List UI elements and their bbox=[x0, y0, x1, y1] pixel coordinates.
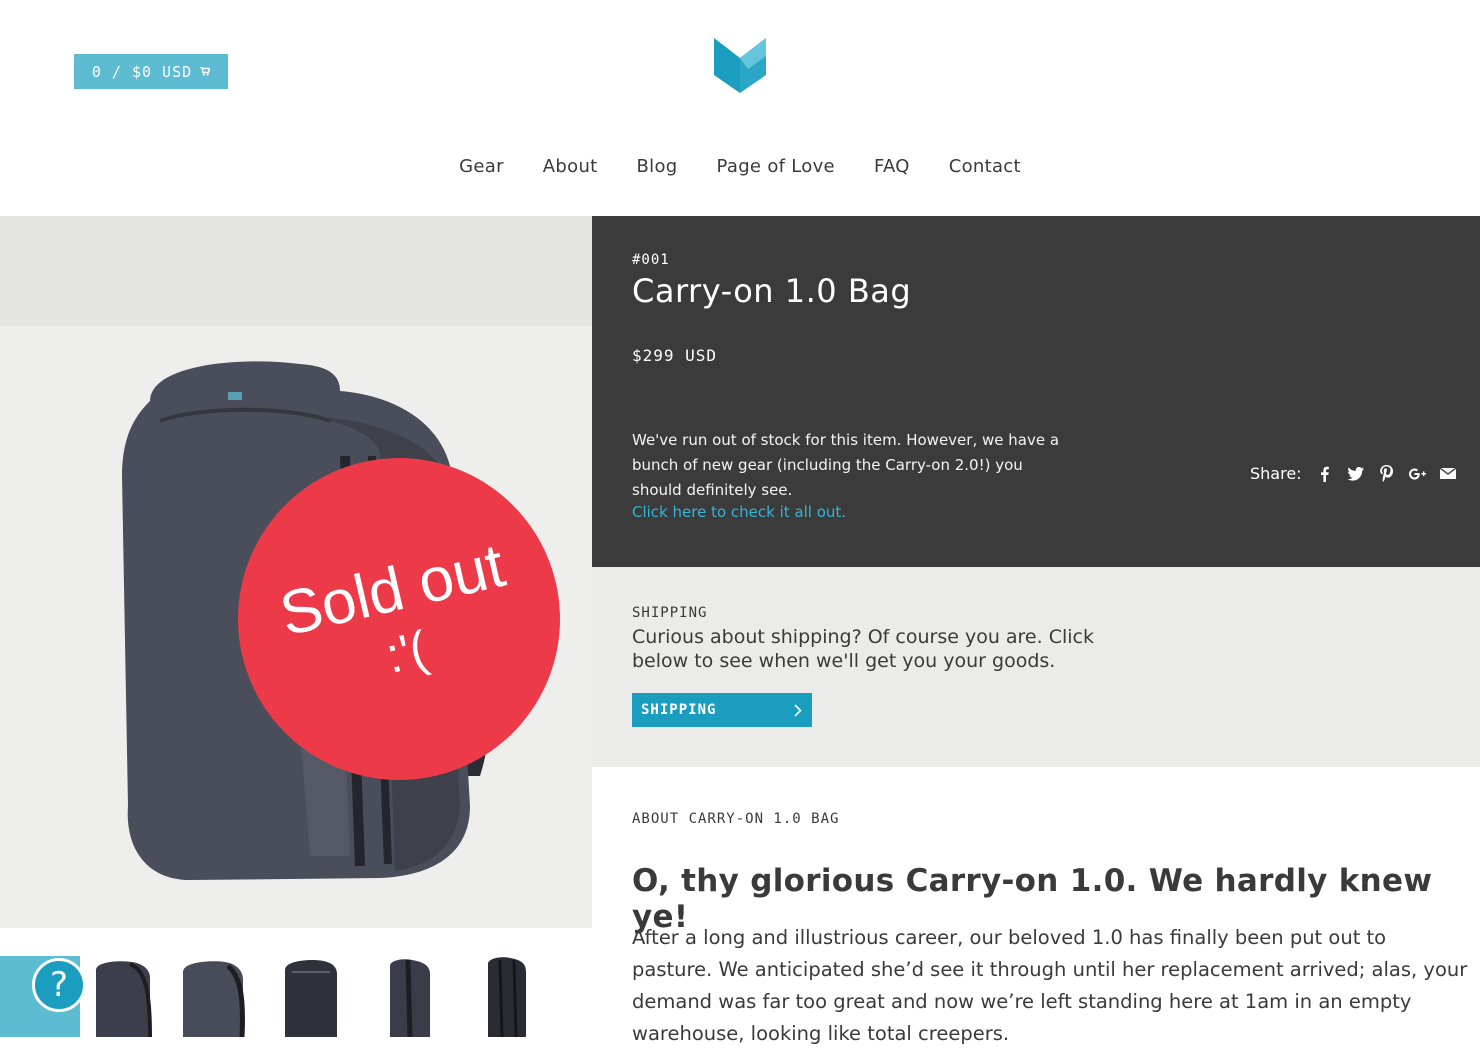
product-info-panel: #001 Carry-on 1.0 Bag $299 USD We've run… bbox=[592, 216, 1480, 567]
logo[interactable] bbox=[712, 36, 768, 94]
shipping-heading: SHIPPING bbox=[632, 605, 708, 621]
nav-item-gear[interactable]: Gear bbox=[459, 156, 504, 177]
about-body: After a long and illustrious career, our… bbox=[632, 926, 1468, 1045]
google-plus-icon[interactable] bbox=[1408, 465, 1426, 482]
shipping-button[interactable]: SHIPPING bbox=[632, 693, 812, 727]
shipping-button-label: SHIPPING bbox=[641, 702, 717, 718]
cart-icon bbox=[200, 67, 211, 76]
question-icon: ? bbox=[49, 965, 69, 1005]
thumbnail-strip bbox=[0, 928, 592, 1037]
shipping-panel: SHIPPING Curious about shipping? Of cour… bbox=[592, 567, 1480, 767]
help-button[interactable]: ? bbox=[32, 958, 86, 1012]
nav-item-about[interactable]: About bbox=[543, 156, 598, 177]
sad-face-text: :'( bbox=[380, 620, 433, 684]
email-icon[interactable] bbox=[1440, 465, 1457, 482]
thumbnail-3[interactable] bbox=[180, 956, 246, 1037]
nav-item-blog[interactable]: Blog bbox=[637, 156, 678, 177]
cart-label: 0 / $0 USD bbox=[91, 62, 193, 81]
thumbnail-6[interactable] bbox=[484, 956, 530, 1037]
shipping-text: Curious about shipping? Of course you ar… bbox=[632, 626, 1094, 672]
product-title: Carry-on 1.0 Bag bbox=[632, 272, 912, 310]
nav-item-page-of-love[interactable]: Page of Love bbox=[717, 156, 835, 177]
cart-button[interactable]: 0 / $0 USD bbox=[74, 54, 228, 89]
share-label: Share: bbox=[1250, 464, 1302, 483]
thumbnail-2[interactable] bbox=[92, 956, 154, 1037]
product-image[interactable]: Sold out :'( bbox=[0, 216, 592, 928]
product-sku: #001 bbox=[632, 252, 670, 268]
nav-item-contact[interactable]: Contact bbox=[949, 156, 1021, 177]
pinterest-icon[interactable] bbox=[1378, 465, 1395, 482]
product-price: $299 USD bbox=[632, 346, 718, 365]
chevron-right-icon bbox=[794, 703, 802, 717]
about-heading: ABOUT CARRY-ON 1.0 BAG bbox=[632, 811, 840, 827]
nav-item-faq[interactable]: FAQ bbox=[874, 156, 910, 177]
facebook-icon[interactable] bbox=[1316, 465, 1333, 482]
check-gear-link[interactable]: Click here to check it all out. bbox=[632, 503, 846, 521]
thumbnail-5[interactable] bbox=[384, 956, 434, 1037]
twitter-icon[interactable] bbox=[1347, 465, 1364, 482]
thumbnail-4[interactable] bbox=[282, 956, 340, 1037]
stock-note: We've run out of stock for this item. Ho… bbox=[632, 431, 1060, 499]
main-nav: Gear About Blog Page of Love FAQ Contact bbox=[0, 156, 1480, 177]
share-bar: Share: bbox=[1250, 464, 1457, 483]
